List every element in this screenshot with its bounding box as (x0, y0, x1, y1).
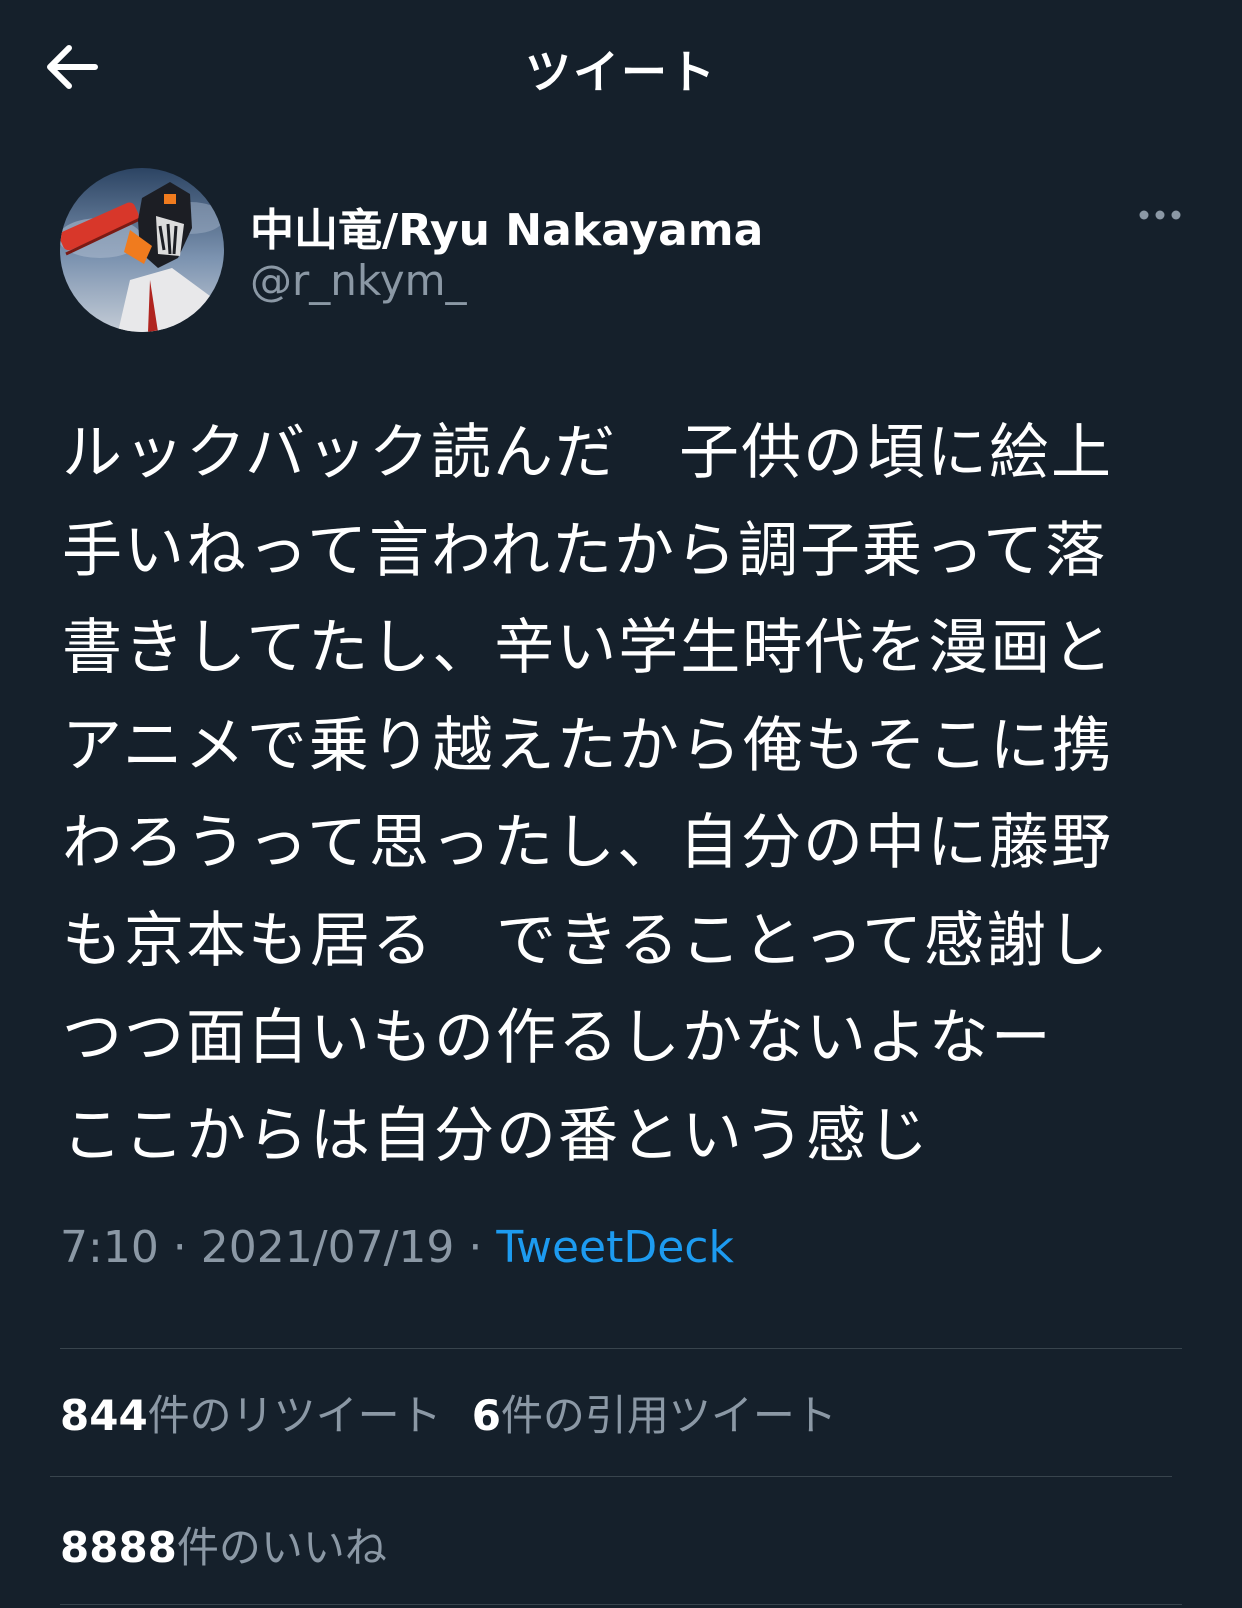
tweet-text-line: つつ面白いもの作るしかないよなー (62, 1003, 1053, 1073)
tweet-text-line: アニメで乗り越えたから俺もそこに携 (62, 710, 1114, 781)
more-horizontal-icon (1139, 210, 1181, 220)
tweet-text-line: も京本も居る できることって感謝し (62, 905, 1110, 976)
tweet-text-line: ここからは自分の番という感じ (62, 1100, 930, 1171)
quote-tweets-count: 6 (471, 1391, 501, 1440)
retweets-count: 844 (60, 1391, 148, 1440)
page-title: ツイート (525, 45, 717, 99)
user-handle[interactable]: @r_nkym_ (250, 256, 466, 305)
more-options-button[interactable] (1130, 200, 1190, 230)
quote-tweets-stat[interactable]: 6件の引用ツイート (472, 1382, 837, 1443)
retweets-stat[interactable]: 844件のリツイート (60, 1382, 442, 1443)
divider (60, 1348, 1182, 1349)
tweet-date[interactable]: 2021/07/19 (201, 1222, 455, 1273)
likes-label: 件のいいね (176, 1523, 387, 1572)
avatar-image (60, 168, 224, 332)
display-name[interactable]: 中山竜/Ryu Nakayama (250, 194, 763, 258)
likes-count: 8888 (60, 1523, 177, 1572)
divider (60, 1604, 1182, 1605)
tweet-text: ルックバック読んだ 子供の頃に絵上 手いねって言われたから調子乗って落 書きして… (62, 405, 1172, 1185)
likes-stats-row: 8888件のいいね (60, 1514, 417, 1575)
tweet-meta: 7:10 · 2021/07/19 · TweetDeck (60, 1222, 734, 1273)
tweet-author: 中山竜/Ryu Nakayama @r_nkym_ (60, 168, 1190, 338)
retweets-label: 件のリツイート (147, 1391, 442, 1440)
tweet-text-line: ルックバック読んだ 子供の頃に絵上 (62, 418, 1113, 488)
retweet-stats-row: 844件のリツイート 6件の引用ツイート (60, 1382, 867, 1443)
tweet-time[interactable]: 7:10 (60, 1222, 159, 1273)
quote-tweets-label: 件の引用ツイート (500, 1391, 837, 1440)
meta-separator: · (454, 1222, 497, 1273)
tweet-text-line: 書きしてたし、辛い学生時代を漫画と (62, 613, 1115, 683)
top-bar: ツイート (0, 0, 1242, 132)
tweet-source-link[interactable]: TweetDeck (496, 1222, 734, 1273)
tweet-text-line: 手いねって言われたから調子乗って落 (62, 515, 1107, 586)
avatar[interactable] (60, 168, 224, 332)
divider (50, 1476, 1172, 1477)
meta-separator: · (158, 1222, 201, 1273)
tweet-text-line: わろうって思ったし、自分の中に藤野 (62, 808, 1113, 878)
likes-stat[interactable]: 8888件のいいね (60, 1514, 387, 1575)
